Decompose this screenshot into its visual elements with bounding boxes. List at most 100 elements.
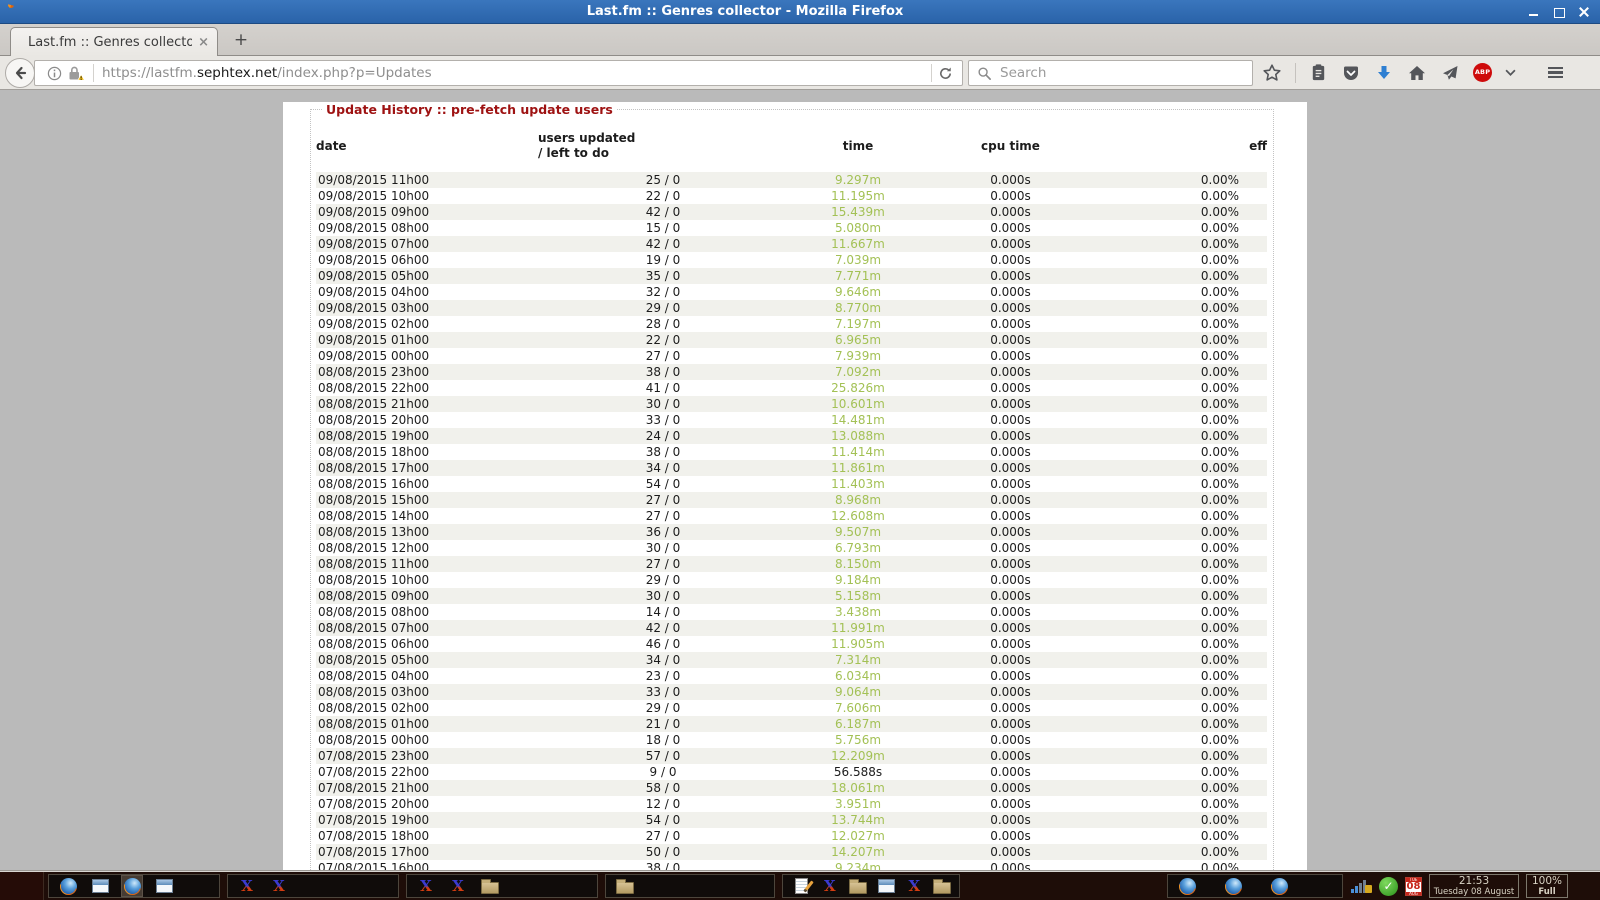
table-row: 08/08/2015 08h00 14 / 0 3.438m 0.000s 0.… [316,604,1267,620]
cell-time: 56.588s [788,764,928,780]
cell-users: 19 / 0 [538,252,788,268]
menu-icon[interactable] [1548,67,1563,79]
taskbar-button-xterm[interactable] [236,875,258,897]
taskbar-button-xterm[interactable] [904,875,925,897]
bookmark-star-icon[interactable] [1262,63,1282,83]
taskbar-button-xterm[interactable] [447,875,469,897]
close-window-button[interactable] [1578,6,1590,18]
battery-status: Full [1527,887,1567,897]
cell-users: 33 / 0 [538,412,788,428]
cell-date: 08/08/2015 15h00 [316,492,538,508]
cell-eff: 0.00% [1093,188,1267,204]
cell-cpu-time: 0.000s [928,684,1093,700]
taskbar-button-xterm[interactable] [268,875,290,897]
send-tab-icon[interactable] [1440,63,1460,83]
tab-lastfm-genres-collector[interactable]: Last.fm :: Genres collector × [10,27,218,56]
cell-time: 6.965m [788,332,928,348]
download-icon[interactable] [1374,63,1394,83]
adblock-icon[interactable]: ABP [1473,63,1492,82]
taskbar-button-window[interactable] [153,875,175,897]
skype-online-icon[interactable] [1379,877,1398,896]
url-bar[interactable]: https://lastfm.sephtex.net/index.php?p=U… [34,60,963,86]
table-row: 09/08/2015 06h00 19 / 0 7.039m 0.000s 0.… [316,252,1267,268]
reading-list-icon[interactable] [1309,63,1328,82]
pocket-icon[interactable] [1341,63,1361,83]
cell-date: 08/08/2015 10h00 [316,572,538,588]
maximize-button[interactable] [1553,6,1565,18]
cell-users: 29 / 0 [538,300,788,316]
info-icon[interactable] [47,66,62,81]
col-header-users-line1: users updated [538,131,788,146]
search-bar[interactable] [968,60,1253,86]
cell-eff: 0.00% [1093,764,1267,780]
reload-button[interactable] [938,66,962,81]
cell-users: 18 / 0 [538,732,788,748]
taskbar-button-folder[interactable] [614,875,636,897]
cell-time: 9.646m [788,284,928,300]
network-signal-icon[interactable] [1351,880,1372,893]
calendar-icon[interactable]: TUE 08 AUG [1405,877,1422,896]
new-tab-button[interactable]: + [230,30,252,52]
cell-eff: 0.00% [1093,284,1267,300]
table-row: 09/08/2015 08h00 15 / 0 5.080m 0.000s 0.… [316,220,1267,236]
cell-eff: 0.00% [1093,732,1267,748]
cell-date: 09/08/2015 10h00 [316,188,538,204]
cell-eff: 0.00% [1093,556,1267,572]
cell-time: 13.744m [788,812,928,828]
window-icon [156,879,173,893]
cell-users: 35 / 0 [538,268,788,284]
taskbar-button-firefox[interactable] [57,875,79,897]
cell-users: 50 / 0 [538,844,788,860]
table-row: 08/08/2015 23h00 38 / 0 7.092m 0.000s 0.… [316,364,1267,380]
col-header-time: time [788,119,928,172]
page-body: Update History :: pre-fetch update users… [283,102,1307,870]
taskbar-button-firefox[interactable] [121,875,143,897]
taskbar-button-folder[interactable] [479,875,501,897]
minimize-button[interactable] [1528,6,1540,18]
toolbar-divider [1295,63,1296,83]
cell-cpu-time: 0.000s [928,780,1093,796]
tab-close-icon[interactable]: × [198,36,209,49]
chevron-down-icon[interactable] [1505,69,1516,76]
search-input[interactable] [998,64,1244,82]
lock-warning-icon[interactable] [67,65,85,81]
cell-users: 46 / 0 [538,636,788,652]
cell-time: 11.905m [788,636,928,652]
taskbar-button-firefox[interactable] [1176,875,1198,897]
home-icon[interactable] [1407,63,1427,83]
cell-cpu-time: 0.000s [928,540,1093,556]
folder-icon [933,882,951,894]
taskbar-button-window[interactable] [876,875,897,897]
taskbar-button-window[interactable] [89,875,111,897]
back-button[interactable] [5,58,35,88]
window-icon [92,879,109,893]
desktop-pager[interactable] [0,872,44,900]
taskbar-button-folder[interactable] [847,875,868,897]
taskbar-button-xterm[interactable] [415,875,437,897]
cell-date: 08/08/2015 21h00 [316,396,538,412]
taskbar-button-firefox[interactable] [1268,875,1290,897]
cell-eff: 0.00% [1093,476,1267,492]
taskbar-button-notepad[interactable] [791,875,812,897]
cell-cpu-time: 0.000s [928,652,1093,668]
cell-time: 8.968m [788,492,928,508]
cell-date: 08/08/2015 17h00 [316,460,538,476]
cell-users: 33 / 0 [538,684,788,700]
cell-cpu-time: 0.000s [928,380,1093,396]
xterm-icon [908,878,920,895]
table-row: 08/08/2015 00h00 18 / 0 5.756m 0.000s 0.… [316,732,1267,748]
cell-cpu-time: 0.000s [928,316,1093,332]
taskbar-button-xterm[interactable] [819,875,840,897]
cell-cpu-time: 0.000s [928,604,1093,620]
cell-eff: 0.00% [1093,412,1267,428]
cell-eff: 0.00% [1093,396,1267,412]
cell-date: 09/08/2015 05h00 [316,268,538,284]
cell-users: 22 / 0 [538,188,788,204]
xterm-icon [452,878,464,895]
table-row: 07/08/2015 16h00 38 / 0 9.234m 0.000s 0.… [316,860,1267,870]
taskbar-button-folder[interactable] [932,875,953,897]
cell-eff: 0.00% [1093,524,1267,540]
taskbar-button-firefox[interactable] [1222,875,1244,897]
cell-date: 08/08/2015 03h00 [316,684,538,700]
taskbar-group [1167,874,1343,898]
